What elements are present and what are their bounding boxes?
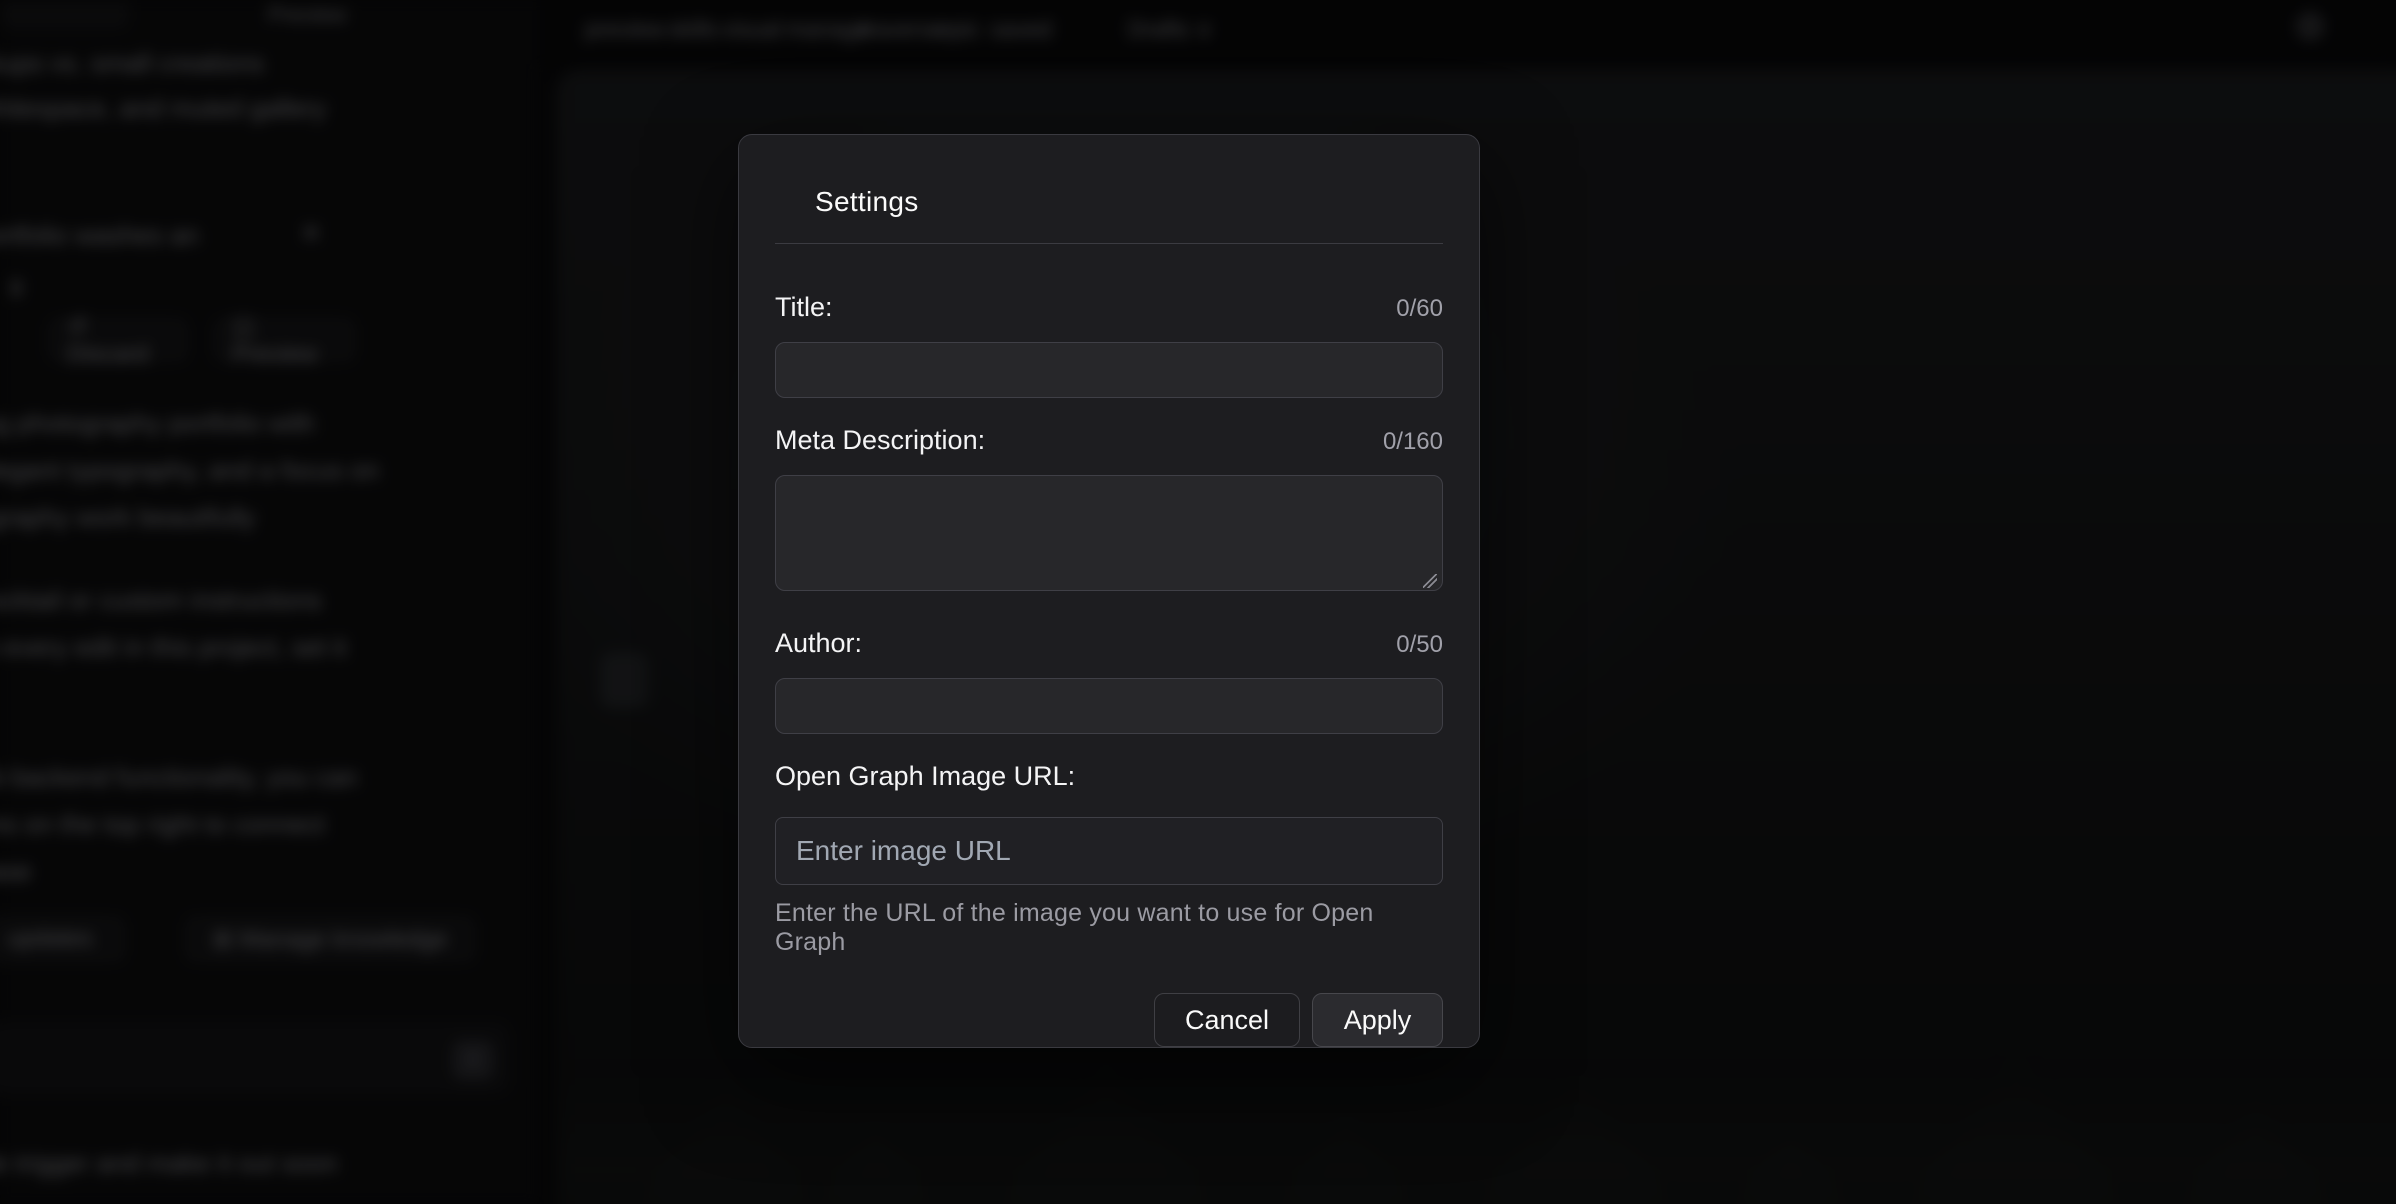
og-image-url-input[interactable] <box>775 817 1443 885</box>
author-label: Author: <box>775 626 862 660</box>
divider <box>775 243 1443 244</box>
settings-modal: Settings Title: 0/60 Meta Description: 0… <box>738 134 1480 1048</box>
author-input[interactable] <box>775 678 1443 734</box>
apply-button[interactable]: Apply <box>1312 993 1443 1047</box>
og-image-url-label: Open Graph Image URL: <box>775 759 1075 793</box>
title-label: Title: <box>775 290 833 324</box>
author-char-counter: 0/50 <box>1396 628 1443 662</box>
title-char-counter: 0/60 <box>1396 292 1443 326</box>
app-window: preview skills visual manage traverse ep… <box>0 0 2396 1204</box>
modal-actions: Cancel Apply <box>775 993 1443 1047</box>
meta-description-textarea-wrap <box>775 459 1443 596</box>
meta-description-char-counter: 0/160 <box>1383 425 1443 459</box>
meta-description-textarea[interactable] <box>775 475 1443 591</box>
title-input[interactable] <box>775 342 1443 398</box>
og-image-helper-text: Enter the URL of the image you want to u… <box>775 899 1443 957</box>
modal-title: Settings <box>815 185 1443 219</box>
meta-description-label: Meta Description: <box>775 423 985 457</box>
cancel-button[interactable]: Cancel <box>1154 993 1300 1047</box>
